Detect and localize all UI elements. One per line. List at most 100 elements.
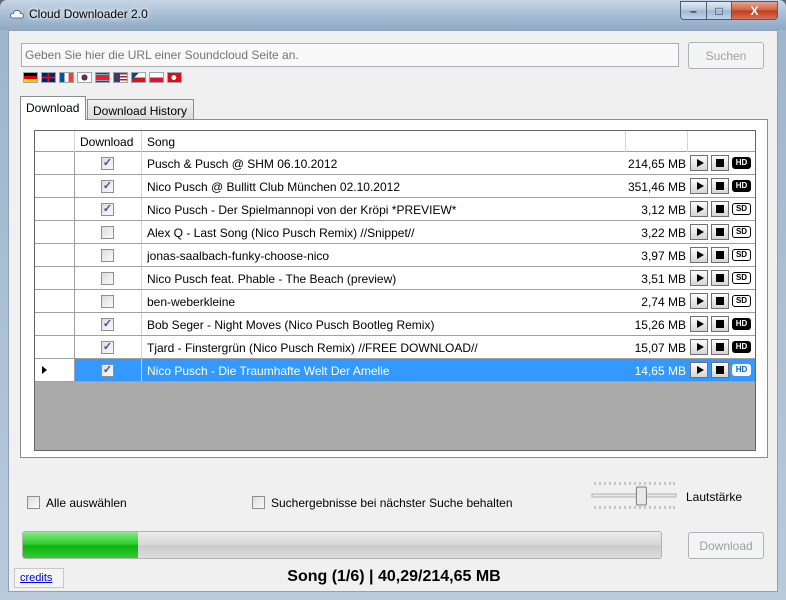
play-button[interactable] xyxy=(690,224,708,240)
usa-flag[interactable] xyxy=(113,72,128,83)
table-row[interactable]: ✓ Tjard - Finstergrün (Nico Pusch Remix) … xyxy=(35,336,755,359)
stop-button[interactable] xyxy=(711,362,729,378)
stop-button[interactable] xyxy=(711,178,729,194)
song-size: 15,26 MB xyxy=(634,318,686,332)
download-checkbox[interactable]: ✓ xyxy=(101,341,114,354)
download-checkbox[interactable] xyxy=(101,295,114,308)
play-icon xyxy=(696,297,704,305)
song-title: Alex Q - Last Song (Nico Pusch Remix) //… xyxy=(147,226,415,240)
row-header[interactable] xyxy=(35,359,75,381)
song-size: 351,46 MB xyxy=(627,180,686,194)
close-button[interactable]: X xyxy=(731,1,778,20)
song-size: 3,12 MB xyxy=(641,203,686,217)
download-checkbox[interactable]: ✓ xyxy=(101,364,114,377)
stop-button[interactable] xyxy=(711,270,729,286)
search-button[interactable]: Suchen xyxy=(688,42,764,69)
tab-download[interactable]: Download xyxy=(20,96,86,120)
row-header[interactable] xyxy=(35,221,75,243)
table-row[interactable]: jonas-saalbach-funky-choose-nico 3,97 MB S… xyxy=(35,244,755,267)
quality-badge: HD xyxy=(732,318,751,330)
select-all-checkbox[interactable] xyxy=(27,496,40,509)
stop-icon xyxy=(716,343,724,351)
stop-icon xyxy=(716,182,724,190)
play-button[interactable] xyxy=(690,178,708,194)
row-header[interactable] xyxy=(35,267,75,289)
keep-results-checkbox[interactable] xyxy=(252,496,265,509)
france-flag[interactable] xyxy=(59,72,74,83)
current-row-arrow-icon xyxy=(42,366,47,374)
play-button[interactable] xyxy=(690,247,708,263)
download-checkbox[interactable] xyxy=(101,272,114,285)
quality-badge: SD xyxy=(732,203,751,215)
volume-slider[interactable] xyxy=(590,478,678,514)
download-checkbox[interactable] xyxy=(101,226,114,239)
uk-flag[interactable] xyxy=(41,72,56,83)
czech-flag[interactable] xyxy=(131,72,146,83)
play-button[interactable] xyxy=(690,201,708,217)
song-size: 2,74 MB xyxy=(641,295,686,309)
play-button[interactable] xyxy=(690,316,708,332)
row-header[interactable] xyxy=(35,290,75,312)
table-row[interactable]: ✓ Nico Pusch @ Bullitt Club München 02.10… xyxy=(35,175,755,198)
song-title: Nico Pusch - Die Traumhafte Welt Der Ame… xyxy=(147,364,390,378)
row-header[interactable] xyxy=(35,198,75,220)
row-header[interactable] xyxy=(35,152,75,174)
stop-icon xyxy=(716,228,724,236)
download-button[interactable]: Download xyxy=(688,532,764,559)
table-row[interactable]: ✓ Pusch & Pusch @ SHM 06.10.2012 214,65 MB… xyxy=(35,152,755,175)
germany-flag[interactable] xyxy=(23,72,38,83)
play-button[interactable] xyxy=(690,293,708,309)
column-header-size[interactable] xyxy=(626,131,688,152)
song-grid[interactable]: Download Song ✓ Pusch & Pusch @ SHM 06.10… xyxy=(34,130,756,451)
stop-button[interactable] xyxy=(711,247,729,263)
song-title: Pusch & Pusch @ SHM 06.10.2012 xyxy=(147,157,338,171)
download-checkbox[interactable] xyxy=(101,249,114,262)
row-header[interactable] xyxy=(35,313,75,335)
north-korea-flag[interactable] xyxy=(95,72,110,83)
download-checkbox[interactable]: ✓ xyxy=(101,203,114,216)
column-header-download[interactable]: Download xyxy=(75,131,142,152)
song-title: ben-weberkleine xyxy=(147,295,236,309)
stop-button[interactable] xyxy=(711,224,729,240)
table-row[interactable]: ✓ Nico Pusch - Die Traumhafte Welt Der Am… xyxy=(35,359,755,382)
download-checkbox[interactable]: ✓ xyxy=(101,318,114,331)
quality-badge: HD xyxy=(732,180,751,192)
song-size: 214,65 MB xyxy=(627,157,686,171)
slider-track xyxy=(591,493,677,498)
table-row[interactable]: ben-weberkleine 2,74 MB SD xyxy=(35,290,755,313)
stop-button[interactable] xyxy=(711,339,729,355)
table-row[interactable]: ✓ Bob Seger - Night Moves (Nico Pusch Boo… xyxy=(35,313,755,336)
slider-thumb[interactable] xyxy=(635,486,647,506)
table-row[interactable]: Alex Q - Last Song (Nico Pusch Remix) //… xyxy=(35,221,755,244)
turkey-flag[interactable] xyxy=(167,72,182,83)
row-header[interactable] xyxy=(35,244,75,266)
stop-button[interactable] xyxy=(711,201,729,217)
play-button[interactable] xyxy=(690,362,708,378)
download-checkbox[interactable]: ✓ xyxy=(101,157,114,170)
row-header[interactable] xyxy=(35,175,75,197)
play-button[interactable] xyxy=(690,155,708,171)
url-input[interactable] xyxy=(21,43,679,67)
download-checkbox[interactable]: ✓ xyxy=(101,180,114,193)
stop-button[interactable] xyxy=(711,316,729,332)
play-icon xyxy=(696,159,704,167)
stop-button[interactable] xyxy=(711,293,729,309)
poland-flag[interactable] xyxy=(149,72,164,83)
column-header-song[interactable]: Song xyxy=(142,131,626,152)
maximize-button[interactable]: □ xyxy=(706,1,732,20)
table-row[interactable]: Nico Pusch feat. Phable - The Beach (pre… xyxy=(35,267,755,290)
credits-link[interactable]: credits xyxy=(14,568,64,588)
row-header[interactable] xyxy=(35,336,75,358)
stop-button[interactable] xyxy=(711,155,729,171)
stop-icon xyxy=(716,251,724,259)
play-button[interactable] xyxy=(690,339,708,355)
tab-download-history[interactable]: Download History xyxy=(87,99,194,120)
play-icon xyxy=(696,343,704,351)
play-button[interactable] xyxy=(690,270,708,286)
south-korea-flag[interactable] xyxy=(77,72,92,83)
table-row[interactable]: ✓ Nico Pusch - Der Spielmannopi von der K… xyxy=(35,198,755,221)
minimize-button[interactable]: – xyxy=(680,1,707,20)
title-bar[interactable]: Cloud Downloader 2.0 – □ X xyxy=(0,0,786,30)
song-size: 3,22 MB xyxy=(641,226,686,240)
stop-icon xyxy=(716,205,724,213)
